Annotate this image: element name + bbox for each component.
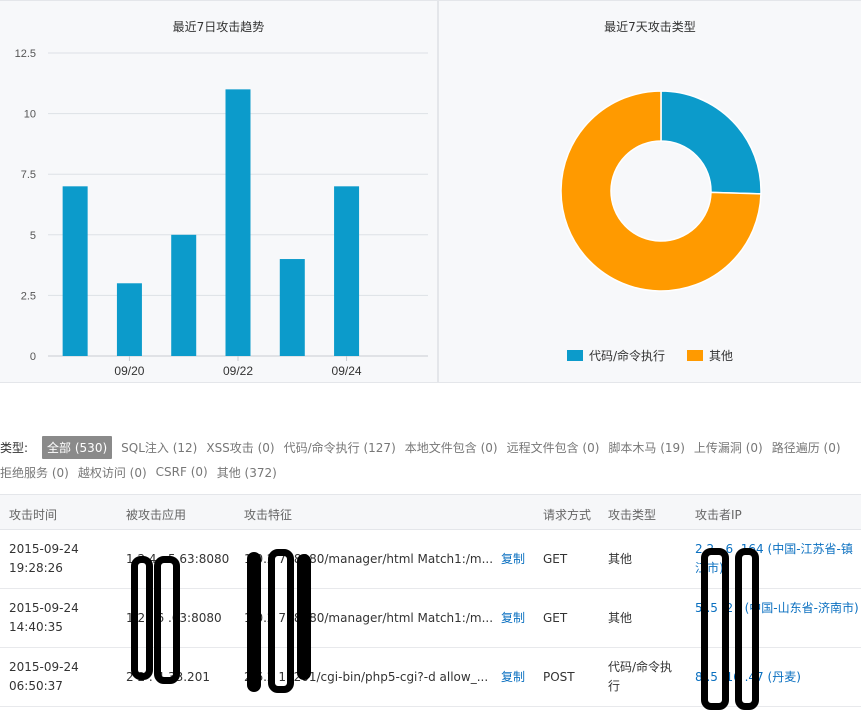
legend-label-code-exec: 代码/命令执行: [588, 349, 666, 363]
header-type[interactable]: 攻击类型: [608, 506, 656, 523]
cell-method: POST: [543, 670, 575, 684]
cell-time: 2015-09-24 19:28:26: [9, 542, 79, 575]
x-tick-label: 09/20: [114, 364, 144, 378]
copy-link[interactable]: 复制: [501, 550, 525, 569]
bar[interactable]: [225, 89, 251, 357]
filter-other[interactable]: 其他 (372): [217, 462, 277, 483]
y-tick-label: 10: [24, 109, 36, 121]
bar[interactable]: [62, 186, 88, 356]
cell-time: 2015-09-24 14:40:35: [9, 601, 79, 634]
cell-type: 其他: [608, 611, 633, 625]
cell-time: 2015-09-24 06:50:37: [9, 660, 79, 693]
cell-method: GET: [543, 552, 568, 566]
attack-type-panel: 最近7天攻击类型 代码/命令执行 其他: [438, 0, 861, 383]
header-ip[interactable]: 攻击者IP: [695, 506, 742, 523]
attack-trend-chart: 0 2.5 5 7.5 10 12.5 09/20 09/22 09/24: [15, 48, 428, 378]
y-tick-label: 0: [30, 351, 36, 363]
copy-link[interactable]: 复制: [501, 609, 525, 628]
redaction-mark: [735, 548, 759, 710]
filter-remote-file-include[interactable]: 远程文件包含 (0): [507, 437, 600, 458]
type-filter-bar: 类型: 全部 (530) SQL注入 (12) XSS攻击 (0) 代码/命令执…: [0, 435, 861, 484]
redaction-mark: [154, 556, 180, 684]
table-row: 2015-09-24 14:40:35 1 2 . 6 .63:8080 1 0…: [0, 589, 861, 648]
copy-link[interactable]: 复制: [501, 668, 525, 687]
bar[interactable]: [116, 283, 142, 356]
attack-type-chart: [560, 90, 762, 292]
legend-label-other: 其他: [709, 349, 734, 363]
header-app[interactable]: 被攻击应用: [126, 506, 186, 523]
redaction-mark: [268, 549, 294, 693]
cell-type: 代码/命令执行: [608, 660, 673, 693]
legend-swatch-code-exec: [566, 350, 583, 361]
legend-swatch-other: [687, 350, 704, 361]
redaction-mark: [131, 556, 153, 680]
filter-code-exec[interactable]: 代码/命令执行 (127): [284, 437, 396, 458]
header-method[interactable]: 请求方式: [543, 506, 591, 523]
legend-item-other[interactable]: 其他: [687, 347, 733, 364]
filter-dos[interactable]: 拒绝服务 (0): [0, 462, 69, 483]
attack-trend-panel: 最近7日攻击趋势 0 2.5 5 7.5 10 12.5 09/20 09/22 09/24: [0, 0, 438, 383]
filter-local-file-include[interactable]: 本地文件包含 (0): [405, 437, 498, 458]
bar[interactable]: [279, 259, 305, 356]
filter-label: 类型:: [0, 440, 29, 455]
cell-type: 其他: [608, 552, 633, 566]
y-tick-label: 12.5: [15, 48, 36, 60]
filter-webshell[interactable]: 脚本木马 (19): [608, 437, 684, 458]
cell-method: GET: [543, 611, 568, 625]
filter-sql-injection[interactable]: SQL注入 (12): [121, 437, 197, 458]
filter-all[interactable]: 全部 (530): [42, 435, 113, 459]
redaction-mark: [297, 554, 311, 680]
attack-table: 攻击时间 被攻击应用 攻击特征 请求方式 攻击类型 攻击者IP 2015-09-…: [0, 494, 861, 707]
legend-item-code-exec[interactable]: 代码/命令执行: [566, 347, 666, 364]
x-tick-label: 09/22: [223, 364, 253, 378]
x-tick-label: 09/24: [332, 364, 362, 378]
filter-row-1: 类型: 全部 (530) SQL注入 (12) XSS攻击 (0) 代码/命令执…: [0, 435, 861, 459]
filter-xss[interactable]: XSS攻击 (0): [206, 437, 274, 458]
filter-privilege-escalation[interactable]: 越权访问 (0): [78, 462, 147, 483]
y-tick-label: 7.5: [21, 169, 36, 181]
redaction-mark: [701, 548, 729, 710]
attack-type-legend: 代码/命令执行 其他: [439, 347, 861, 364]
bar[interactable]: [171, 234, 197, 356]
filter-csrf[interactable]: CSRF (0): [156, 463, 208, 481]
y-tick-label: 5: [30, 230, 36, 242]
table-row: 2015-09-24 06:50:37 2 2 . 4 33.201 2 6.2…: [0, 648, 861, 707]
redaction-mark: [247, 552, 261, 692]
slice-code-exec[interactable]: [660, 90, 762, 195]
table-header: 攻击时间 被攻击应用 攻击特征 请求方式 攻击类型 攻击者IP: [0, 494, 861, 530]
filter-row-2: 拒绝服务 (0) 越权访问 (0) CSRF (0) 其他 (372): [0, 460, 861, 484]
header-time[interactable]: 攻击时间: [9, 506, 57, 523]
filter-upload-vuln[interactable]: 上传漏洞 (0): [694, 437, 763, 458]
table-row: 2015-09-24 19:28:26 1 2 4 . 5.63:8080 1 …: [0, 530, 861, 589]
filter-path-traversal[interactable]: 路径遍历 (0): [772, 437, 841, 458]
y-tick-label: 2.5: [21, 290, 36, 302]
bar[interactable]: [334, 186, 360, 356]
header-signature[interactable]: 攻击特征: [244, 506, 292, 523]
